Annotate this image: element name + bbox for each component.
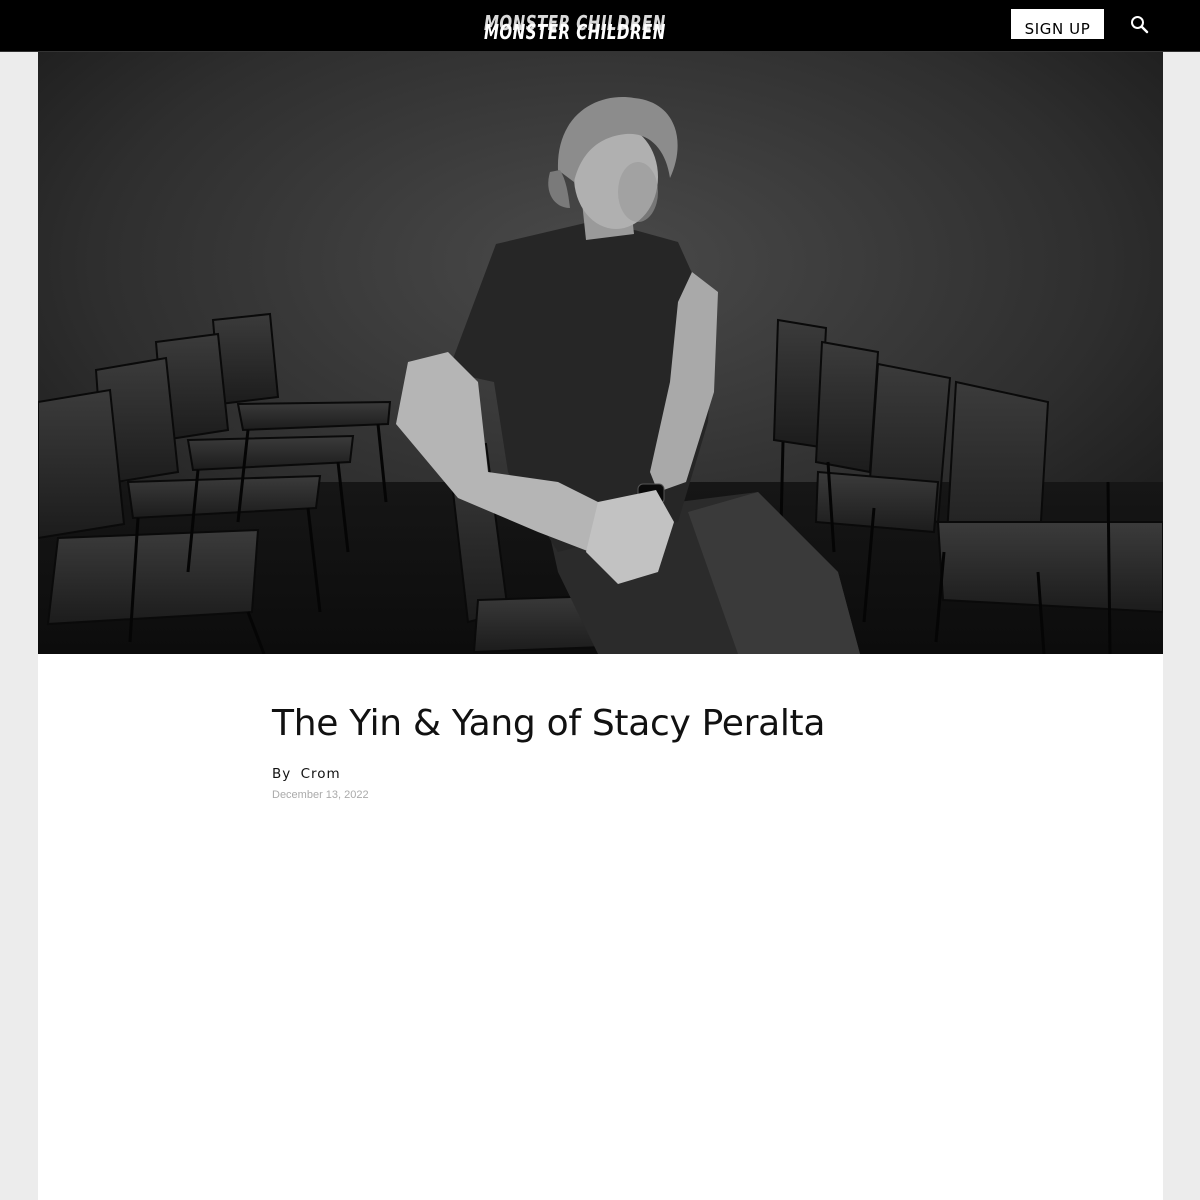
search-icon	[1131, 16, 1149, 34]
sign-up-button[interactable]: SIGN UP	[1011, 9, 1104, 39]
main-content: The Yin & Yang of Stacy Peralta By Crom …	[38, 52, 1163, 1200]
byline: By Crom	[272, 766, 912, 782]
article-title: The Yin & Yang of Stacy Peralta	[272, 703, 826, 744]
article-header: The Yin & Yang of Stacy Peralta By Crom …	[272, 702, 912, 801]
top-navigation-bar: MONSTER CHILDREN MONSTER CHILDREN SIGN U…	[0, 0, 1200, 52]
hero-photo	[38, 52, 1163, 654]
site-logo[interactable]: MONSTER CHILDREN MONSTER CHILDREN	[484, 8, 665, 44]
search-button[interactable]	[1128, 13, 1152, 37]
author-link[interactable]: Crom	[301, 766, 341, 782]
by-label: By	[272, 766, 292, 782]
logo-text: MONSTER CHILDREN	[484, 20, 666, 45]
hero-image	[38, 52, 1163, 654]
publish-date: December 13, 2022	[272, 789, 369, 801]
